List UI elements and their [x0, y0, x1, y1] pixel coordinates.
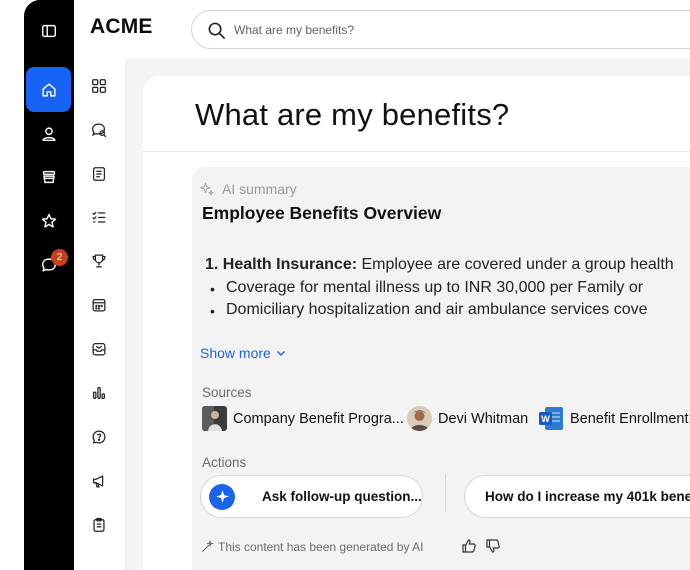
- source-item[interactable]: W Benefit Enrollment: [539, 406, 688, 431]
- source-name: Company Benefit Progra...: [233, 410, 404, 427]
- calendar-icon[interactable]: [88, 294, 110, 316]
- suggestion-label: How do I increase my 401k benefit: [485, 489, 690, 504]
- chart-icon[interactable]: [88, 382, 110, 404]
- thumbs-down-icon[interactable]: [485, 538, 503, 556]
- app-rail: 2: [24, 0, 74, 570]
- summary-item-text: Employee are covered under a group healt…: [357, 256, 674, 273]
- svg-text:W: W: [541, 414, 550, 424]
- megaphone-icon[interactable]: [88, 470, 110, 492]
- clipboard-icon[interactable]: [88, 514, 110, 536]
- tray-icon[interactable]: [26, 154, 71, 199]
- sparkle-icon: [200, 182, 214, 196]
- actions-divider: [445, 474, 446, 512]
- chat-search-icon[interactable]: [88, 119, 110, 141]
- source-name: Devi Whitman: [438, 410, 529, 427]
- page-title: What are my benefits?: [195, 97, 510, 132]
- actions-label: Actions: [202, 455, 247, 470]
- sidebar-toggle-icon[interactable]: [26, 8, 71, 53]
- chevron-down-icon: [276, 351, 285, 356]
- thumbs-up-icon[interactable]: [461, 538, 479, 556]
- ai-summary-text: AI summary: [222, 181, 297, 197]
- secondary-nav: [74, 58, 125, 570]
- summary-item-label: 1. Health Insurance:: [205, 256, 358, 273]
- show-more-link[interactable]: Show more: [200, 345, 287, 361]
- document-icon[interactable]: [88, 163, 110, 185]
- search-input[interactable]: [234, 19, 634, 41]
- trophy-icon[interactable]: [88, 250, 110, 272]
- summary-title: Employee Benefits Overview: [202, 203, 442, 223]
- title-divider: [143, 151, 690, 152]
- checklist-icon[interactable]: [88, 206, 110, 228]
- bullet-marker: •: [210, 281, 215, 297]
- ai-disclaimer-text: This content has been generated by AI: [218, 540, 424, 554]
- home-icon[interactable]: [26, 67, 71, 112]
- bullet-marker: •: [210, 303, 215, 319]
- source-name: Benefit Enrollment: [570, 410, 689, 427]
- magic-wand-icon: [201, 540, 214, 553]
- apps-icon[interactable]: [88, 75, 110, 97]
- source-item[interactable]: Company Benefit Progra...: [202, 406, 404, 431]
- source-item[interactable]: Devi Whitman: [407, 406, 528, 431]
- notification-badge: 2: [51, 249, 68, 266]
- follow-up-button[interactable]: Ask follow-up question...: [200, 475, 423, 518]
- search-bar[interactable]: [191, 10, 690, 49]
- word-doc-icon: W: [539, 406, 564, 431]
- chat-icon[interactable]: 2: [26, 242, 71, 287]
- sources-label: Sources: [202, 385, 252, 400]
- sparkle-icon: [209, 483, 235, 510]
- ai-disclaimer: This content has been generated by AI: [200, 540, 423, 554]
- summary-item-health: 1. Health Insurance: Employee are covere…: [205, 256, 674, 274]
- inbox-icon[interactable]: [88, 338, 110, 360]
- ai-summary-label: AI summary: [199, 181, 297, 197]
- help-icon[interactable]: [88, 426, 110, 448]
- star-icon[interactable]: [26, 198, 71, 243]
- person-icon[interactable]: [26, 111, 71, 156]
- avatar: [407, 406, 432, 431]
- summary-bullet-1: Coverage for mental illness up to INR 30…: [226, 279, 644, 296]
- brand-logo: ACME: [90, 15, 153, 38]
- summary-bullet-2: Domiciliary hospitalization and air ambu…: [226, 301, 648, 318]
- follow-up-label: Ask follow-up question...: [262, 489, 422, 504]
- source-thumbnail: [202, 406, 227, 431]
- show-more-text: Show more: [200, 345, 271, 361]
- suggestion-button[interactable]: How do I increase my 401k benefit: [464, 475, 690, 518]
- search-icon: [208, 22, 225, 39]
